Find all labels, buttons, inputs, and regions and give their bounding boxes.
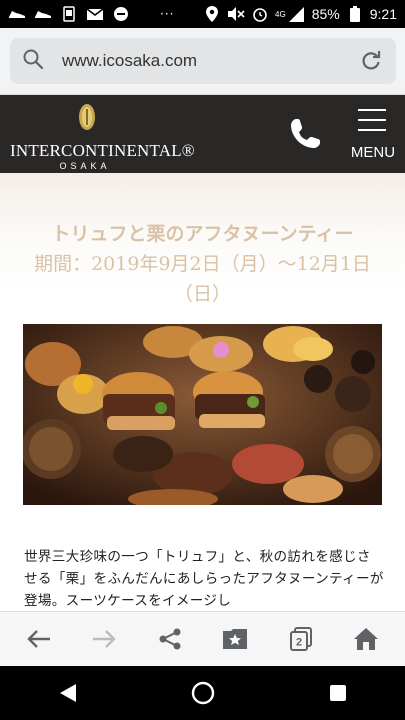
logo-emblem-icon bbox=[79, 104, 95, 130]
bookmark-icon bbox=[223, 629, 248, 649]
notification-icon bbox=[60, 6, 78, 22]
phone-button[interactable] bbox=[288, 117, 322, 151]
system-back-button[interactable] bbox=[48, 673, 88, 713]
forward-button[interactable] bbox=[84, 619, 124, 659]
brand-name: INTERCONTINENTAL® bbox=[10, 141, 195, 160]
hamburger-icon bbox=[358, 109, 386, 139]
bookmarks-button[interactable] bbox=[215, 619, 255, 659]
network-label: 4G bbox=[275, 9, 286, 19]
home-circle-icon bbox=[191, 681, 214, 705]
overflow-dots: ··· bbox=[160, 7, 175, 21]
tab-count: 2 bbox=[296, 637, 302, 649]
back-button[interactable] bbox=[19, 619, 59, 659]
mute-icon bbox=[227, 7, 245, 21]
recents-square-icon bbox=[329, 685, 346, 701]
signal-icon bbox=[288, 6, 306, 22]
clock: 9:21 bbox=[369, 6, 397, 22]
share-icon bbox=[159, 628, 181, 650]
brand-city: OSAKA bbox=[59, 161, 111, 171]
tabs-button[interactable]: 2 bbox=[281, 619, 321, 659]
brand-logo[interactable]: INTERCONTINENTAL® OSAKA bbox=[10, 103, 195, 171]
browser-toolbar: 2 bbox=[0, 611, 405, 666]
mail-icon bbox=[86, 7, 104, 21]
shoe-icon bbox=[8, 7, 26, 21]
status-bar: ··· 4G 85% 9:21 bbox=[0, 0, 405, 28]
page-content: トリュフと栗のアフタヌーンティー 期間：2019年9月2日（月）〜12月1日（日… bbox=[0, 173, 405, 611]
system-recents-button[interactable] bbox=[318, 673, 358, 713]
search-icon bbox=[22, 48, 44, 74]
location-icon bbox=[203, 6, 221, 22]
menu-button[interactable]: MENU bbox=[348, 109, 398, 161]
event-period: 期間：2019年9月2日（月）〜12月1日（日） bbox=[34, 253, 371, 305]
battery-percent: 85% bbox=[311, 6, 340, 22]
shoe-icon bbox=[34, 7, 52, 21]
site-header: INTERCONTINENTAL® OSAKA MENU bbox=[0, 95, 405, 173]
browser-address-area: www.icosaka.com bbox=[0, 28, 405, 95]
tabs-icon: 2 bbox=[289, 627, 312, 651]
home-icon bbox=[354, 628, 379, 650]
back-icon bbox=[27, 630, 50, 648]
system-home-button[interactable] bbox=[183, 673, 223, 713]
home-button[interactable] bbox=[346, 619, 386, 659]
minus-circle-icon bbox=[112, 7, 130, 21]
url-text[interactable]: www.icosaka.com bbox=[62, 51, 358, 71]
reload-icon[interactable] bbox=[358, 48, 384, 74]
battery-icon bbox=[346, 6, 364, 22]
menu-label: MENU bbox=[350, 144, 396, 161]
back-triangle-icon bbox=[59, 684, 76, 702]
system-nav-bar bbox=[0, 666, 405, 720]
url-bar[interactable]: www.icosaka.com bbox=[10, 38, 396, 84]
share-button[interactable] bbox=[150, 619, 190, 659]
event-title: トリュフと栗のアフタヌーンティー bbox=[51, 223, 354, 245]
event-description: 世界三大珍味の一つ「トリュフ」と、秋の訪れを感じさせる「栗」をふんだんにあしらっ… bbox=[24, 549, 384, 609]
event-photo bbox=[23, 324, 382, 505]
phone-icon bbox=[291, 119, 320, 148]
alarm-icon bbox=[251, 7, 269, 22]
forward-icon bbox=[93, 630, 116, 648]
